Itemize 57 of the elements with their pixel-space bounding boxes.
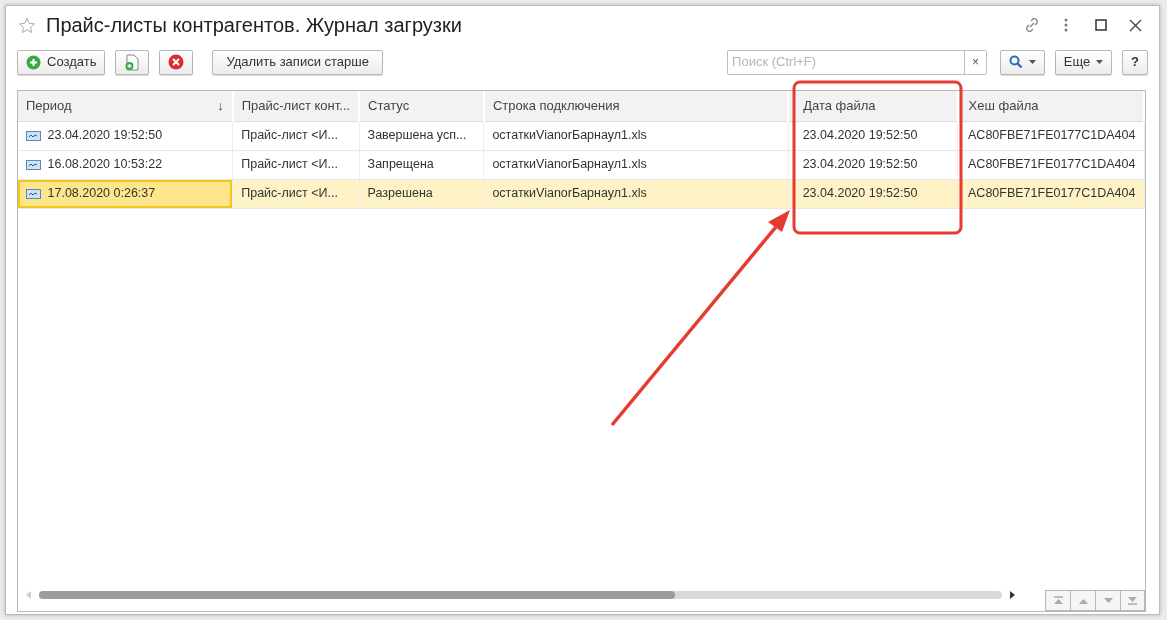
column-header[interactable]: Статус	[359, 91, 484, 121]
table-cell: 23.04.2020 19:52:50	[788, 150, 958, 179]
help-button[interactable]: ?	[1122, 49, 1148, 75]
delete-button[interactable]	[158, 49, 193, 75]
record-icon	[26, 130, 41, 141]
table-cell: Разрешена	[359, 179, 484, 208]
more-button[interactable]: Еще	[1054, 49, 1113, 75]
next-row-button[interactable]	[1095, 590, 1120, 611]
record-icon	[26, 188, 41, 199]
table-cell: 23.04.2020 19:52:50	[788, 179, 958, 208]
column-header[interactable]: Прайс-лист конт...	[232, 91, 360, 121]
table-cell: остаткиVianorБарнаул1.xls	[483, 150, 789, 179]
caret-icon	[1096, 60, 1104, 64]
table-cell: остаткиVianorБарнаул1.xls	[483, 121, 789, 150]
record-icon	[26, 159, 41, 170]
period-text: 16.08.2020 10:53:22	[47, 156, 163, 174]
period-text: 17.08.2020 0:26:37	[47, 185, 156, 203]
column-header[interactable]: Дата файла	[788, 91, 958, 121]
table-cell: Прайс-лист <И...	[232, 121, 360, 150]
first-row-button[interactable]	[1045, 590, 1070, 611]
last-row-icon	[1127, 596, 1138, 605]
search-options-button[interactable]	[1000, 49, 1046, 75]
document-plus-icon	[124, 53, 141, 71]
table-cell: Прайс-лист <И...	[232, 179, 360, 208]
table-cell: AC80FBE71FE0177C1DA404	[957, 150, 1144, 179]
table-cell: Запрещена	[359, 150, 484, 179]
table-cell: AC80FBE71FE0177C1DA404	[957, 179, 1144, 208]
table-cell: остаткиVianorБарнаул1.xls	[483, 179, 789, 208]
caret-icon	[1029, 60, 1037, 64]
search-field[interactable]: Поиск (Ctrl+F) ×	[727, 49, 988, 75]
table-cell: Завершена усп...	[359, 121, 484, 150]
sort-indicator: ↓	[217, 97, 224, 115]
previous-row-button[interactable]	[1070, 590, 1095, 611]
last-row-button[interactable]	[1120, 590, 1145, 611]
favorite-star-icon[interactable]	[18, 16, 36, 35]
down-icon	[1102, 597, 1114, 604]
scrollbar-track[interactable]	[39, 591, 1002, 599]
column-header[interactable]: Строка подключения	[483, 91, 789, 121]
period-text: 23.04.2020 19:52:50	[47, 127, 163, 145]
create-button[interactable]: Создать	[17, 49, 106, 75]
delete-older-button[interactable]: Удалить записи старше	[212, 49, 383, 75]
add-file-button[interactable]	[115, 49, 150, 75]
scroll-right-icon[interactable]	[1010, 591, 1015, 599]
first-row-icon	[1052, 596, 1064, 605]
column-header[interactable]: Хеш файла	[957, 91, 1144, 121]
plus-icon	[26, 54, 41, 70]
window-title: Прайс-листы контрагентов. Журнал загрузки	[46, 13, 462, 38]
scrollbar-thumb[interactable]	[39, 591, 675, 599]
delete-icon	[167, 54, 184, 70]
table-cell: 23.04.2020 19:52:50	[788, 121, 958, 150]
scroll-left-icon[interactable]	[26, 591, 31, 599]
table-cell: AC80FBE71FE0177C1DA404	[957, 121, 1144, 150]
table-cell: Прайс-лист <И...	[232, 150, 360, 179]
clear-search-button[interactable]: ×	[964, 50, 987, 74]
column-title: Период	[26, 97, 72, 115]
search-icon	[1009, 55, 1024, 69]
up-icon	[1077, 597, 1089, 604]
